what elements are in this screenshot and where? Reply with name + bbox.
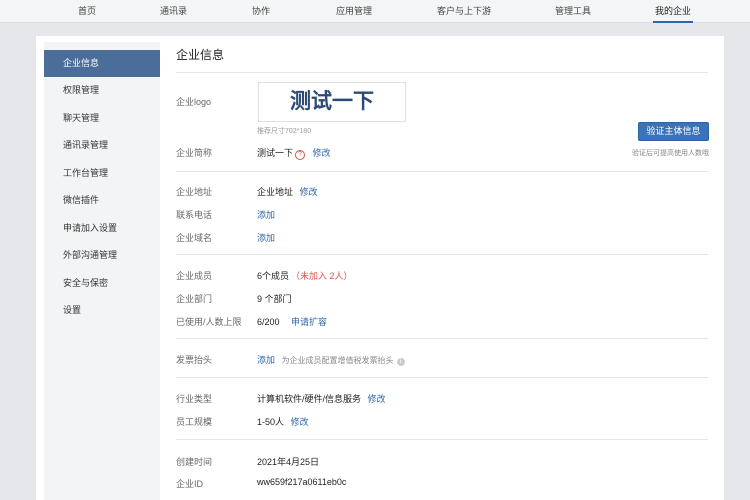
logo-label: 企业logo bbox=[176, 97, 212, 107]
industry-value: 计算机软件/硬件/信息服务 bbox=[257, 394, 362, 404]
short-name-value: 测试一下 bbox=[257, 148, 294, 158]
sidebar-item-settings[interactable]: 设置 bbox=[44, 297, 160, 324]
scale-row: 1-50人 修改 bbox=[257, 415, 309, 428]
sidebar-item-workbench-management[interactable]: 工作台管理 bbox=[44, 160, 160, 187]
info-icon[interactable]: i bbox=[396, 358, 405, 366]
sidebar-item-permissions[interactable]: 权限管理 bbox=[44, 77, 160, 104]
nav-management-tools[interactable]: 管理工具 bbox=[555, 0, 591, 23]
short-name-row: 测试一下? 修改 bbox=[257, 146, 331, 160]
members-value: 6个成员 bbox=[257, 271, 290, 281]
scale-value: 1-50人 bbox=[257, 417, 285, 427]
verify-hint: 验证后可提高使用人数哦 bbox=[632, 150, 709, 157]
nav-home[interactable]: 首页 bbox=[78, 0, 96, 23]
sidebar-item-join-settings[interactable]: 申请加入设置 bbox=[44, 215, 160, 242]
main-panel: 企业信息 权限管理 聊天管理 通讯录管理 工作台管理 微信插件 申请加入设置 外… bbox=[36, 36, 724, 500]
nav-app-management[interactable]: 应用管理 bbox=[336, 0, 372, 23]
sidebar-item-wechat-plugin[interactable]: 微信插件 bbox=[44, 187, 160, 214]
usage-row: 6/200 申请扩容 bbox=[257, 315, 327, 328]
departments-value: 9 个部门 bbox=[257, 294, 292, 304]
divider bbox=[176, 171, 708, 172]
industry-label: 行业类型 bbox=[176, 394, 213, 404]
add-phone-link[interactable]: 添加 bbox=[257, 208, 275, 221]
edit-scale-link[interactable]: 修改 bbox=[291, 417, 309, 427]
add-invoice-link[interactable]: 添加 bbox=[257, 355, 275, 365]
sidebar-item-chat-management[interactable]: 聊天管理 bbox=[44, 105, 160, 132]
nav-contacts[interactable]: 通讯录 bbox=[160, 0, 187, 23]
company-logo-image[interactable]: 测试一下 bbox=[258, 82, 406, 122]
add-domain-link[interactable]: 添加 bbox=[257, 231, 275, 244]
scale-label: 员工规模 bbox=[176, 417, 213, 427]
created-label: 创建时间 bbox=[176, 457, 213, 467]
page-title: 企业信息 bbox=[176, 48, 225, 62]
departments-label: 企业部门 bbox=[176, 294, 213, 304]
members-label: 企业成员 bbox=[176, 271, 213, 281]
corp-id-label: 企业ID bbox=[176, 479, 204, 489]
corp-id-value: ww659f217a0611eb0c bbox=[257, 477, 347, 487]
address-value: 企业地址 bbox=[257, 187, 294, 197]
pending-members[interactable]: （未加入 2人） bbox=[291, 271, 353, 281]
sidebar-item-company-info[interactable]: 企业信息 bbox=[44, 50, 160, 77]
members-row: 6个成员 （未加入 2人） bbox=[257, 269, 353, 282]
industry-row: 计算机软件/硬件/信息服务 修改 bbox=[257, 392, 386, 405]
top-nav: 首页 通讯录 协作 应用管理 客户与上下游 管理工具 我的企业 bbox=[0, 0, 750, 23]
invoice-row: 添加 为企业成员配置增值税发票抬头 i bbox=[257, 353, 405, 366]
created-value: 2021年4月25日 bbox=[257, 457, 320, 467]
apply-expansion-link[interactable]: 申请扩容 bbox=[291, 317, 327, 327]
sidebar-item-contacts-management[interactable]: 通讯录管理 bbox=[44, 132, 160, 159]
address-row: 企业地址 修改 bbox=[257, 185, 318, 198]
address-label: 企业地址 bbox=[176, 187, 213, 197]
verify-entity-button[interactable]: 验证主体信息 bbox=[638, 122, 709, 141]
divider bbox=[176, 254, 708, 255]
nav-collaboration[interactable]: 协作 bbox=[252, 0, 270, 23]
nav-customers-partners[interactable]: 客户与上下游 bbox=[437, 0, 491, 23]
edit-address-link[interactable]: 修改 bbox=[300, 187, 318, 197]
phone-label: 联系电话 bbox=[176, 210, 213, 220]
company-info-content: 企业信息 企业logo 测试一下 推荐尺寸702*180 验证主体信息 验证后可… bbox=[162, 36, 724, 500]
divider bbox=[176, 338, 708, 339]
domain-label: 企业域名 bbox=[176, 233, 213, 243]
invoice-label: 发票抬头 bbox=[176, 355, 213, 365]
divider bbox=[176, 377, 708, 378]
short-name-label: 企业简称 bbox=[176, 148, 213, 158]
edit-short-name-link[interactable]: 修改 bbox=[313, 148, 331, 158]
usage-value: 6/200 bbox=[257, 317, 280, 327]
sidebar-item-security[interactable]: 安全与保密 bbox=[44, 270, 160, 297]
usage-label: 已使用/人数上限 bbox=[176, 317, 242, 327]
divider bbox=[176, 439, 708, 440]
invoice-hint: 为企业成员配置增值税发票抬头 bbox=[281, 356, 394, 365]
sidebar: 企业信息 权限管理 聊天管理 通讯录管理 工作台管理 微信插件 申请加入设置 外… bbox=[44, 42, 160, 500]
help-icon[interactable]: ? bbox=[295, 150, 306, 160]
edit-industry-link[interactable]: 修改 bbox=[368, 394, 386, 404]
logo-size-hint: 推荐尺寸702*180 bbox=[257, 128, 312, 135]
divider bbox=[176, 72, 708, 73]
sidebar-item-external-communication[interactable]: 外部沟通管理 bbox=[44, 242, 160, 269]
nav-my-company[interactable]: 我的企业 bbox=[652, 0, 694, 23]
